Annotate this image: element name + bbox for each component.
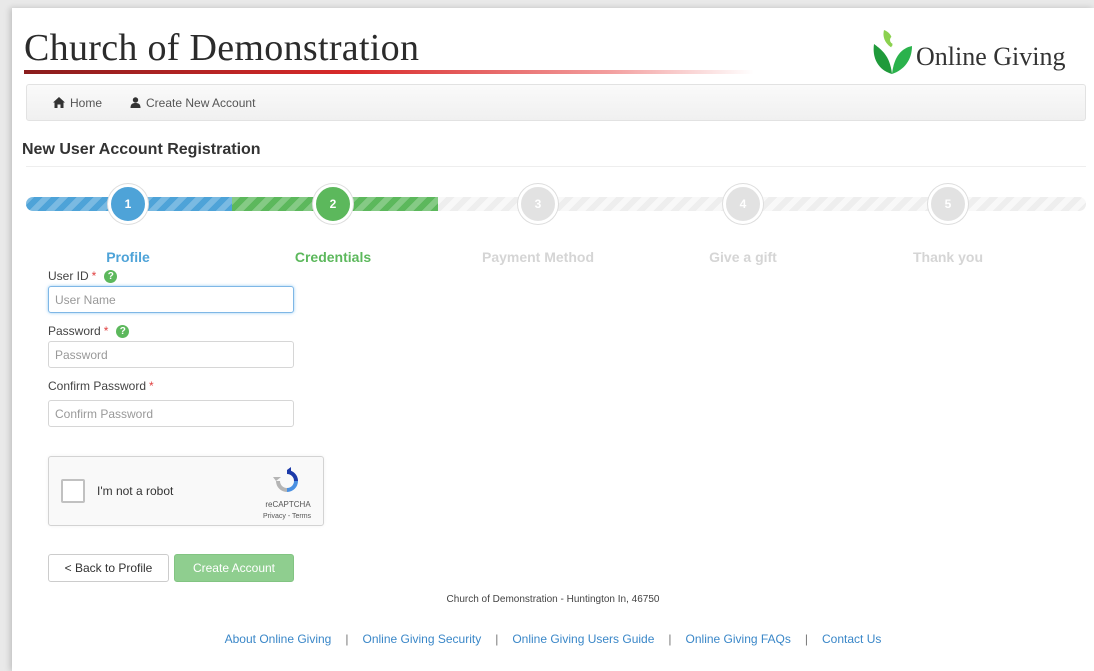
user-icon xyxy=(130,97,141,108)
confirm-password-label-text: Confirm Password xyxy=(48,379,147,393)
step-3-circle: 3 xyxy=(518,184,558,224)
top-navbar: Home Create New Account xyxy=(26,84,1086,121)
confirm-password-input[interactable] xyxy=(48,400,294,427)
confirm-password-label: Confirm Password * xyxy=(48,379,154,393)
create-account-button[interactable]: Create Account xyxy=(174,554,294,582)
step-2-circle[interactable]: 2 xyxy=(313,184,353,224)
required-marker: * xyxy=(91,269,97,283)
nav-create-account[interactable]: Create New Account xyxy=(130,96,255,110)
home-icon xyxy=(53,97,65,108)
required-marker: * xyxy=(103,324,109,338)
step-5-circle: 5 xyxy=(928,184,968,224)
back-to-profile-button[interactable]: < Back to Profile xyxy=(48,554,169,582)
nav-home-label: Home xyxy=(70,95,103,110)
logo-text: Online Giving xyxy=(916,42,1066,71)
password-label-text: Password xyxy=(48,324,101,338)
footer-separator: | xyxy=(804,632,809,646)
church-name: Church of Demonstration xyxy=(24,27,420,69)
online-giving-logo-icon xyxy=(873,30,912,74)
footer-link-faqs[interactable]: Online Giving FAQs xyxy=(686,632,791,646)
user-id-input[interactable] xyxy=(48,286,294,313)
step-5-label: Thank you xyxy=(912,249,983,265)
password-input[interactable] xyxy=(48,341,294,368)
required-marker: * xyxy=(149,379,154,393)
step-1-circle[interactable]: 1 xyxy=(108,184,148,224)
footer-address: Church of Demonstration - Huntington In,… xyxy=(446,594,660,605)
password-label: Password * ? xyxy=(48,324,130,338)
help-icon[interactable]: ? xyxy=(104,269,118,283)
nav-create-account-label: Create New Account xyxy=(146,95,256,110)
user-id-label: User ID * ? xyxy=(48,269,118,283)
user-id-label-text: User ID xyxy=(48,269,89,283)
step-4-label: Give a gift xyxy=(709,249,777,265)
nav-home[interactable]: Home xyxy=(53,96,102,110)
step-4-circle: 4 xyxy=(723,184,763,224)
title-underline xyxy=(24,70,754,74)
footer-separator: | xyxy=(668,632,672,646)
footer-link-users-guide[interactable]: Online Giving Users Guide xyxy=(512,632,654,646)
step-2-label: Credentials xyxy=(294,249,372,265)
recaptcha-widget: I'm not a robot reCAPTCHA Privacy - Term… xyxy=(48,456,324,526)
footer-link-security[interactable]: Online Giving Security xyxy=(362,632,481,646)
footer-link-about[interactable]: About Online Giving xyxy=(225,632,332,646)
progress-stepper: 1 2 3 4 5 Profile Credentials Payment Me… xyxy=(26,184,1086,265)
step-3-label: Payment Method xyxy=(481,249,594,265)
help-icon[interactable]: ? xyxy=(116,324,130,338)
recaptcha-icon xyxy=(273,467,298,492)
step-1-label: Profile xyxy=(106,249,150,265)
page-container: Church of Demonstration Online Giving Ho… xyxy=(12,8,1094,671)
divider xyxy=(26,166,1086,167)
recaptcha-checkbox[interactable] xyxy=(61,479,85,503)
footer-link-contact[interactable]: Contact Us xyxy=(822,632,881,646)
recaptcha-label: I'm not a robot xyxy=(97,484,174,498)
footer-links: About Online Giving | Online Giving Securi… xyxy=(12,632,1094,646)
footer-separator: | xyxy=(495,632,499,646)
footer-separator: | xyxy=(345,632,349,646)
recaptcha-brand: reCAPTCHA xyxy=(265,500,311,509)
page-title: New User Account Registration xyxy=(22,141,261,158)
recaptcha-terms-link[interactable]: Privacy - Terms xyxy=(261,513,313,520)
